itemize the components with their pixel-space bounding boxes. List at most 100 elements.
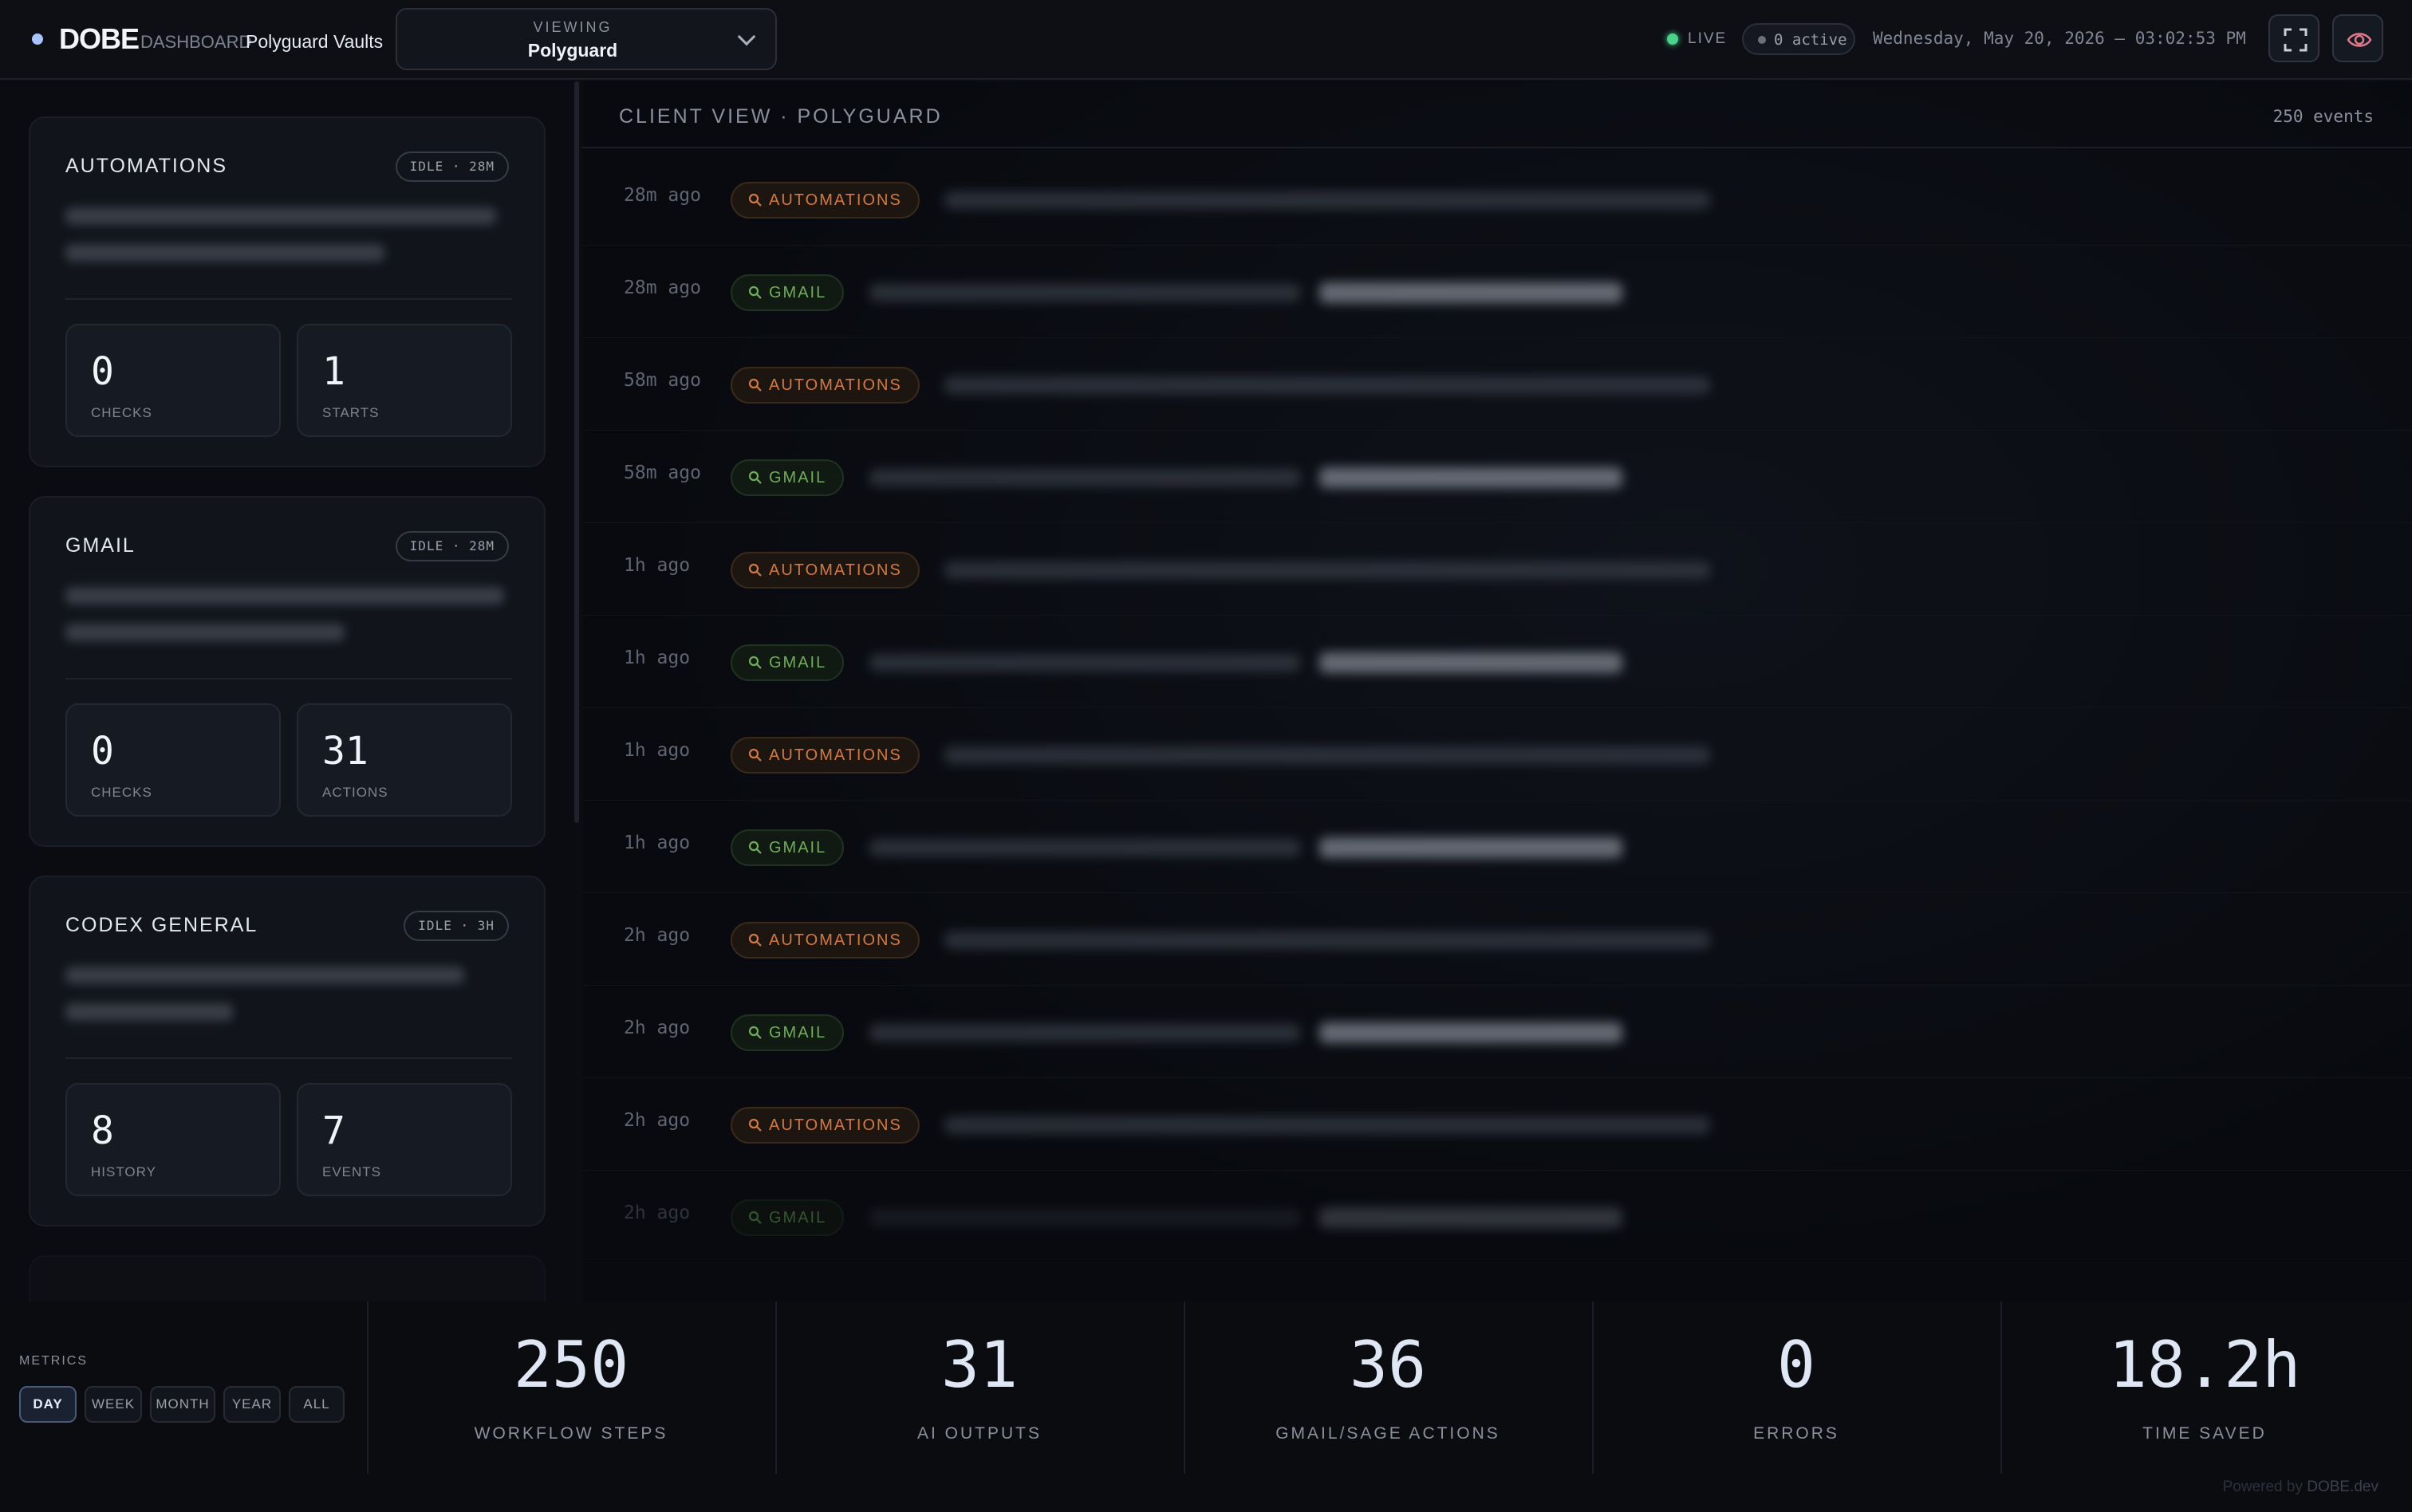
event-feed: CLIENT VIEW · POLYGUARD 250 events 28m a… (582, 81, 2412, 1301)
stat-box: 8 HISTORY (65, 1083, 281, 1196)
event-time: 1h ago (624, 740, 691, 761)
event-row[interactable]: 58m ago AUTOMATIONS (582, 338, 2412, 431)
stat-value: 7 (322, 1108, 345, 1153)
event-time: 2h ago (624, 925, 691, 946)
tag-gmail[interactable]: GMAIL (731, 829, 845, 866)
viewing-label: VIEWING (533, 19, 613, 35)
card-description-redacted (65, 587, 512, 656)
tag-automations[interactable]: AUTOMATIONS (731, 182, 920, 219)
top-bar: DOBE DASHBOARD Polyguard Vaults VIEWING … (0, 0, 2412, 80)
tag-automations[interactable]: AUTOMATIONS (731, 922, 920, 959)
card-partial[interactable] (29, 1255, 546, 1301)
metric-value: 0 (1776, 1328, 1816, 1402)
powered-by-prefix: Powered by (2222, 1479, 2303, 1495)
event-row[interactable]: 28m ago AUTOMATIONS (582, 153, 2412, 246)
fullscreen-button[interactable] (2268, 14, 2319, 62)
event-row[interactable]: 28m ago GMAIL (582, 246, 2412, 338)
stat-label: STARTS (322, 405, 380, 420)
event-row[interactable]: 58m ago GMAIL (582, 431, 2412, 523)
search-icon (748, 193, 762, 207)
event-message-redacted (869, 1024, 1300, 1041)
event-time: 2h ago (624, 1203, 691, 1223)
event-time: 2h ago (624, 1110, 691, 1131)
client-name: Polyguard Vaults (246, 31, 384, 52)
active-count-badge: 0 active (1742, 23, 1855, 55)
card-divider (65, 678, 512, 679)
stat-box: 31 ACTIONS (297, 703, 512, 817)
privacy-toggle-button[interactable] (2332, 14, 2383, 62)
tag-gmail[interactable]: GMAIL (731, 1014, 845, 1051)
card-automations[interactable]: AUTOMATIONS IDLE · 28M 0 CHECKS 1 STARTS (29, 116, 546, 467)
event-row[interactable]: 1h ago AUTOMATIONS (582, 708, 2412, 801)
stat-box: 0 CHECKS (65, 324, 281, 437)
live-label: LIVE (1688, 30, 1728, 47)
event-row[interactable]: 1h ago GMAIL (582, 801, 2412, 893)
tag-label: GMAIL (769, 284, 827, 301)
tag-label: GMAIL (769, 839, 827, 856)
range-year-button[interactable]: YEAR (223, 1386, 281, 1423)
event-time: 2h ago (624, 1018, 691, 1038)
tag-gmail[interactable]: GMAIL (731, 274, 845, 311)
metric-label: WORKFLOW STEPS (474, 1424, 668, 1443)
metric-value: 18.2h (2108, 1328, 2301, 1402)
event-message-redacted (869, 469, 1300, 486)
event-row[interactable]: 2h ago AUTOMATIONS (582, 1078, 2412, 1171)
tag-label: GMAIL (769, 654, 827, 671)
event-recipient-redacted (1319, 1022, 1622, 1043)
card-codex-general[interactable]: CODEX GENERAL IDLE · 3H 8 HISTORY 7 EVEN… (29, 876, 546, 1227)
stat-box: 0 CHECKS (65, 703, 281, 817)
card-divider (65, 1057, 512, 1059)
event-row[interactable]: 1h ago AUTOMATIONS (582, 523, 2412, 616)
event-row[interactable]: 2h ago AUTOMATIONS (582, 893, 2412, 986)
stat-value: 0 (91, 349, 114, 394)
powered-by: Powered by DOBE.dev (2223, 1479, 2378, 1496)
event-recipient-redacted (1319, 837, 1622, 858)
card-title: CODEX GENERAL (65, 914, 258, 936)
live-dot-icon (1667, 33, 1678, 45)
search-icon (748, 656, 762, 669)
range-day-button[interactable]: DAY (19, 1386, 77, 1423)
client-selector[interactable]: VIEWING Polyguard (396, 8, 777, 70)
event-row[interactable]: 1h ago GMAIL (582, 616, 2412, 708)
range-week-button[interactable]: WEEK (85, 1386, 142, 1423)
tag-gmail[interactable]: GMAIL (731, 459, 845, 496)
range-all-button[interactable]: ALL (289, 1386, 345, 1423)
feed-header: CLIENT VIEW · POLYGUARD 250 events (582, 81, 2412, 148)
tag-label: GMAIL (769, 1209, 827, 1227)
tag-label: AUTOMATIONS (769, 746, 902, 764)
tag-gmail[interactable]: GMAIL (731, 1199, 845, 1236)
tag-automations[interactable]: AUTOMATIONS (731, 737, 920, 774)
metric-label: AI OUTPUTS (916, 1424, 1042, 1443)
event-time: 28m ago (624, 278, 701, 298)
status-badge: IDLE · 28M (395, 531, 509, 561)
stat-label: ACTIONS (322, 785, 388, 800)
search-icon (748, 1118, 762, 1132)
stat-value: 1 (322, 349, 345, 394)
metrics-bar: METRICS DAY WEEK MONTH YEAR ALL 250 WORK… (0, 1301, 2412, 1512)
card-gmail[interactable]: GMAIL IDLE · 28M 0 CHECKS 31 ACTIONS (29, 496, 546, 847)
tag-label: AUTOMATIONS (769, 931, 902, 949)
event-recipient-redacted (1319, 652, 1622, 673)
tag-automations[interactable]: AUTOMATIONS (731, 552, 920, 589)
range-month-button[interactable]: MONTH (150, 1386, 215, 1423)
event-message-redacted (944, 931, 1710, 949)
event-row[interactable]: 2h ago GMAIL (582, 1171, 2412, 1263)
tag-automations[interactable]: AUTOMATIONS (731, 1107, 920, 1144)
event-message-redacted (944, 746, 1710, 764)
event-time: 28m ago (624, 185, 701, 206)
search-icon (748, 1026, 762, 1039)
card-title: AUTOMATIONS (65, 155, 228, 177)
event-time: 1h ago (624, 648, 691, 668)
card-description-redacted (65, 967, 512, 1035)
event-row[interactable]: 2h ago GMAIL (582, 986, 2412, 1078)
stat-box: 1 STARTS (297, 324, 512, 437)
brand-logo[interactable]: DOBE (59, 22, 140, 56)
card-description-redacted (65, 207, 512, 276)
stat-box: 7 EVENTS (297, 1083, 512, 1196)
card-divider (65, 298, 512, 300)
event-count: 250 events (2272, 107, 2374, 126)
powered-by-link[interactable]: DOBE.dev (2307, 1479, 2378, 1495)
sidebar-scrollbar[interactable] (574, 81, 579, 823)
tag-automations[interactable]: AUTOMATIONS (731, 367, 920, 404)
tag-gmail[interactable]: GMAIL (731, 644, 845, 681)
